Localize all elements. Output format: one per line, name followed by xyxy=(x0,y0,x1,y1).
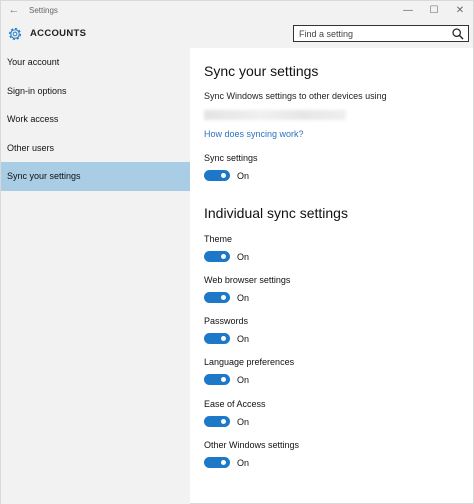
sync-settings-row: On xyxy=(204,170,249,181)
web-browser-settings-row: On xyxy=(204,292,249,303)
passwords-toggle[interactable] xyxy=(204,333,230,344)
close-icon[interactable]: ✕ xyxy=(447,5,473,16)
toggle-state: On xyxy=(237,292,250,303)
toggle-state: On xyxy=(237,416,250,427)
other-windows-settings-label: Other Windows settings xyxy=(204,440,300,450)
theme-toggle[interactable] xyxy=(204,251,230,262)
theme-row: On xyxy=(204,251,249,262)
passwords-row: On xyxy=(204,333,249,344)
toggle-knob xyxy=(221,173,226,178)
minimize-icon[interactable]: — xyxy=(395,5,421,16)
sidebar-item-work-access[interactable]: Work access xyxy=(1,105,190,134)
ease-of-access-toggle[interactable] xyxy=(204,416,230,427)
window-title: Settings xyxy=(29,5,58,15)
passwords-label: Passwords xyxy=(204,316,249,326)
other-windows-settings-row: On xyxy=(204,457,249,468)
theme-label: Theme xyxy=(204,234,233,244)
web-browser-settings-toggle[interactable] xyxy=(204,292,230,303)
sidebar-item-your-account[interactable]: Your account xyxy=(1,48,190,77)
language-preferences-toggle[interactable] xyxy=(204,374,230,385)
web-browser-settings-label: Web browser settings xyxy=(204,275,291,285)
individual-sync-title: Individual sync settings xyxy=(204,205,348,221)
toggle-knob xyxy=(221,377,226,382)
toggle-state: On xyxy=(237,170,250,181)
sync-settings-toggle[interactable] xyxy=(204,170,230,181)
search-icon[interactable] xyxy=(451,27,465,41)
sidebar-item-other-users[interactable]: Other users xyxy=(1,134,190,163)
sync-description: Sync Windows settings to other devices u… xyxy=(204,91,387,101)
sidebar-item-sync-your-settings[interactable]: Sync your settings xyxy=(1,162,190,191)
back-arrow-icon[interactable]: ← xyxy=(1,4,27,16)
redacted-account-text xyxy=(204,110,346,120)
page-header: ACCOUNTS xyxy=(1,19,473,48)
toggle-knob xyxy=(221,336,226,341)
maximize-icon[interactable]: ☐ xyxy=(421,5,447,16)
sidebar-item-label: Other users xyxy=(7,142,55,153)
how-syncing-works-link[interactable]: How does syncing work? xyxy=(204,129,304,139)
other-windows-settings-toggle[interactable] xyxy=(204,457,230,468)
toggle-state: On xyxy=(237,457,250,468)
section-title: ACCOUNTS xyxy=(30,28,87,39)
settings-window: ← Settings — ☐ ✕ ACCOUNTS Your account S… xyxy=(0,0,474,504)
sidebar-item-label: Work access xyxy=(7,114,59,125)
sidebar-item-label: Sign-in options xyxy=(7,85,67,96)
sidebar-item-label: Sync your settings xyxy=(7,171,81,182)
toggle-knob xyxy=(221,419,226,424)
language-preferences-label: Language preferences xyxy=(204,357,295,367)
ease-of-access-label: Ease of Access xyxy=(204,399,266,409)
toggle-knob xyxy=(221,460,226,465)
toggle-state: On xyxy=(237,374,250,385)
sidebar-item-label: Your account xyxy=(7,57,60,68)
title-bar: ← Settings — ☐ ✕ xyxy=(1,1,473,19)
toggle-state: On xyxy=(237,333,250,344)
search-box[interactable] xyxy=(293,25,469,42)
sync-settings-label: Sync settings xyxy=(204,153,258,163)
page-title: Sync your settings xyxy=(204,63,319,79)
gear-icon xyxy=(9,27,21,40)
sidebar: Your account Sign-in options Work access… xyxy=(1,48,190,504)
search-input[interactable] xyxy=(294,27,451,40)
toggle-knob xyxy=(221,254,226,259)
ease-of-access-row: On xyxy=(204,416,249,427)
toggle-knob xyxy=(221,295,226,300)
language-preferences-row: On xyxy=(204,374,249,385)
toggle-state: On xyxy=(237,251,250,262)
sidebar-item-sign-in-options[interactable]: Sign-in options xyxy=(1,77,190,106)
